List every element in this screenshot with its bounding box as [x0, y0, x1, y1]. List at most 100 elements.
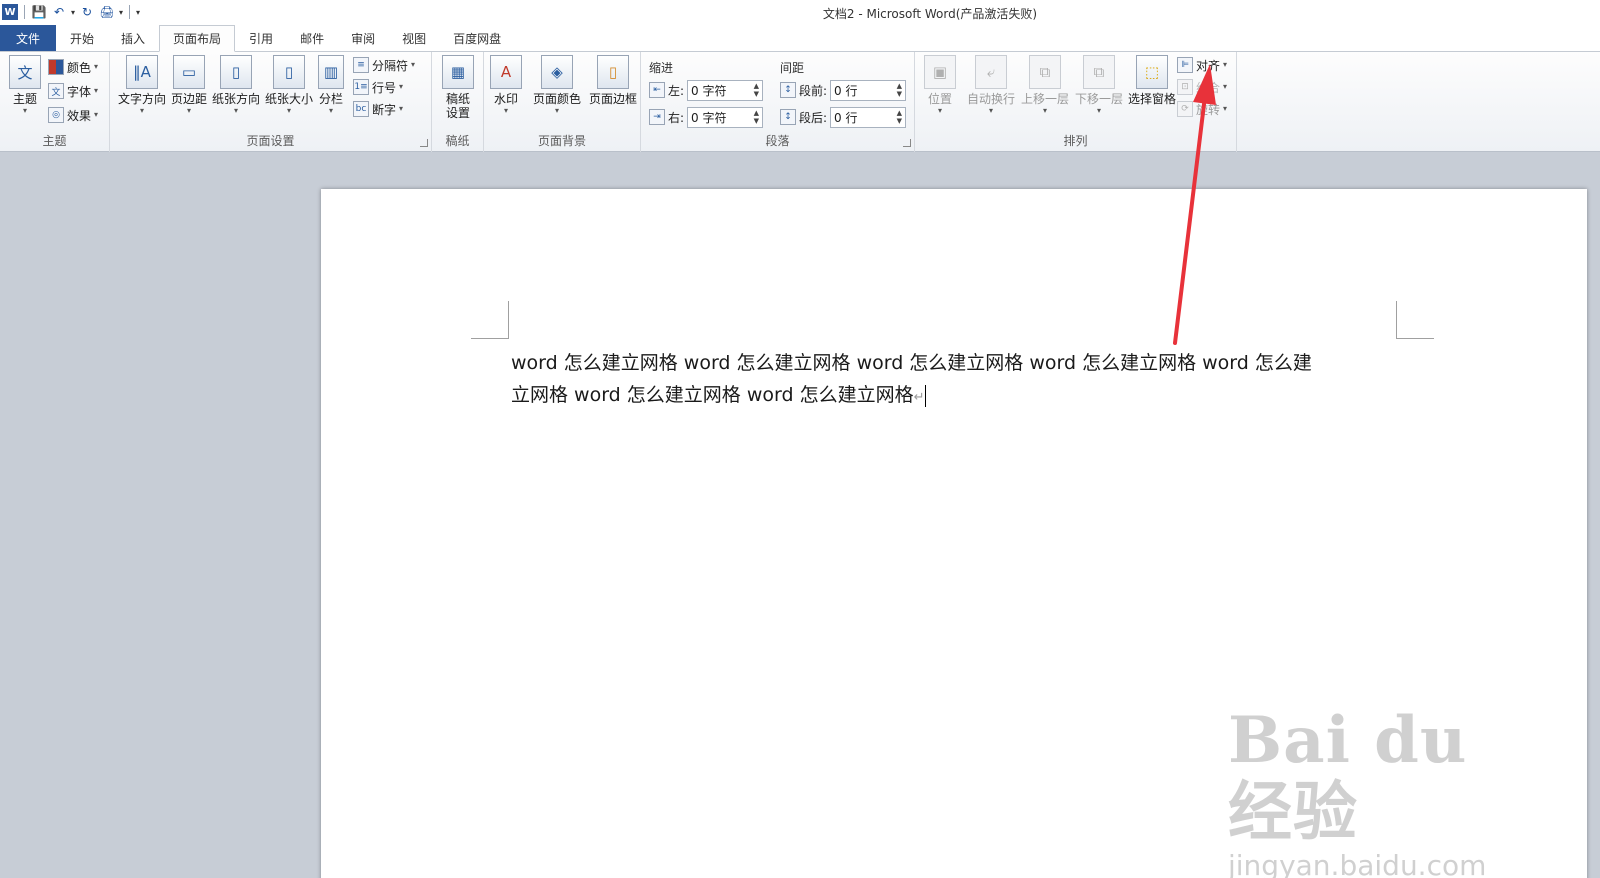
chevron-down-icon: ▾ [186, 106, 191, 115]
tab-page-layout[interactable]: 页面布局 [159, 25, 236, 52]
indent-right-label: 右: [668, 110, 685, 125]
text-cursor [925, 384, 927, 407]
space-after-value: 0 行 [834, 110, 858, 125]
space-after-input[interactable]: 0 行 ▲ ▼ [830, 106, 907, 128]
send-backward-button[interactable]: ⧉ 下移一层 ▾ [1071, 55, 1127, 116]
align-button[interactable]: ⊫ 对齐 ▾ [1177, 55, 1227, 75]
group-objects-button[interactable]: ⊡ 组合 ▾ [1177, 77, 1227, 97]
rotate-button[interactable]: ⟳ 旋转 ▾ [1177, 99, 1227, 119]
chevron-down-icon: ▾ [1223, 60, 1228, 69]
spinner-arrows-icon[interactable]: ▲ ▼ [897, 109, 902, 125]
indent-left-control: ⇤ 左: 0 字符 ▲ ▼ [649, 79, 764, 101]
rotate-label: 旋转 [1196, 102, 1221, 117]
crop-mark-top-right [1396, 301, 1434, 339]
document-body-text[interactable]: word 怎么建立网格 word 怎么建立网格 word 怎么建立网格 word… [511, 347, 1411, 414]
font-icon: 文 [48, 83, 64, 99]
tab-insert[interactable]: 插入 [108, 25, 158, 51]
group-objects-label: 组合 [1196, 80, 1221, 95]
tab-mailings[interactable]: 邮件 [287, 25, 337, 51]
indent-right-input[interactable]: 0 字符 ▲ ▼ [687, 106, 764, 128]
arrange-group: ▣ 位置 ▾ ⤶ 自动换行 ▾ ⧉ 上移一层 ▾ ⧉ 下移一层 ▾ ⬚ 选择窗格 [915, 52, 1237, 152]
send-backward-icon: ⧉ [1083, 55, 1115, 89]
columns-button[interactable]: ▥ 分栏 ▾ [311, 55, 351, 116]
ribbon: 文 主题 ▾ 颜色 ▾ 文 字体 ▾ ◎ 效果 ▾ 主题 ‖A 文字方向 ▾ ▭… [0, 52, 1600, 152]
page-setup-group: ‖A 文字方向 ▾ ▭ 页边距 ▾ ▯ 纸张方向 ▾ ▯ 纸张大小 ▾ ▥ 分栏 [110, 52, 432, 152]
theme-effects-button[interactable]: ◎ 效果 ▾ [48, 105, 98, 125]
title-bar: W 💾 ↶ ▾ ↻ 🖨 ▾ ▾ 文档2 - Microsoft Word(产品激… [0, 0, 1600, 24]
space-before-control: ↕ 段前: 0 行 ▲ ▼ [780, 79, 907, 101]
margins-label: 页边距 [170, 92, 207, 106]
rotate-icon: ⟳ [1177, 101, 1193, 117]
chevron-down-icon: ▾ [1223, 82, 1228, 91]
crop-mark-top-left [471, 301, 509, 339]
baidu-jingyan-watermark: Bai du 经验 jingyan.baidu.com [1228, 705, 1518, 878]
page-color-button[interactable]: ◈ 页面颜色 ▾ [529, 55, 585, 116]
tab-references[interactable]: 引用 [236, 25, 286, 51]
bring-forward-button[interactable]: ⧉ 上移一层 ▾ [1017, 55, 1073, 116]
chevron-down-icon: ▾ [94, 86, 99, 95]
chevron-down-icon: ▾ [139, 106, 144, 115]
chevron-down-icon: ▾ [1042, 106, 1047, 115]
tab-home[interactable]: 开始 [57, 25, 107, 51]
align-label: 对齐 [1196, 58, 1221, 73]
manuscript-icon: ▦ [442, 55, 474, 89]
tab-baidu-netdisk[interactable]: 百度网盘 [440, 25, 514, 51]
paper-size-icon: ▯ [273, 55, 305, 89]
chevron-down-icon: ▾ [94, 110, 99, 119]
margins-icon: ▭ [173, 55, 205, 89]
watermark-button[interactable]: A 水印 ▾ [484, 55, 528, 116]
position-button[interactable]: ▣ 位置 ▾ [915, 55, 965, 116]
chevron-down-icon: ▾ [937, 106, 942, 115]
spinner-arrows-icon[interactable]: ▲ ▼ [754, 109, 759, 125]
page-background-group-label: 页面背景 [537, 134, 586, 148]
theme-group-label: 主题 [42, 134, 67, 148]
dialog-launcher-icon[interactable] [420, 139, 428, 147]
tab-review[interactable]: 审阅 [338, 25, 388, 51]
line-numbers-button[interactable]: 1≡ 行号 ▾ [353, 77, 403, 97]
selection-pane-button[interactable]: ⬚ 选择窗格 [1124, 55, 1180, 106]
bring-forward-label: 上移一层 [1020, 92, 1069, 106]
space-after-label: 段后: [799, 110, 828, 125]
wrap-text-label: 自动换行 [966, 92, 1015, 106]
text-direction-button[interactable]: ‖A 文字方向 ▾ [114, 55, 170, 116]
themes-button[interactable]: 文 主题 ▾ [0, 55, 50, 116]
arrange-group-label: 排列 [1063, 134, 1088, 148]
paper-size-label: 纸张大小 [264, 92, 313, 106]
ribbon-tabs: 文件 开始 插入 页面布局 引用 邮件 审阅 视图 百度网盘 [0, 24, 1600, 52]
dialog-launcher-icon[interactable] [903, 139, 911, 147]
wrap-text-button[interactable]: ⤶ 自动换行 ▾ [961, 55, 1021, 116]
space-after-control: ↕ 段后: 0 行 ▲ ▼ [780, 106, 907, 128]
hyphenation-button[interactable]: bc 断字 ▾ [353, 99, 403, 119]
tab-file[interactable]: 文件 [0, 25, 56, 51]
breaks-button[interactable]: ≡ 分隔符 ▾ [353, 55, 415, 75]
margins-button[interactable]: ▭ 页边距 ▾ [164, 55, 214, 116]
manuscript-setup-button[interactable]: ▦ 稿纸 设置 [433, 55, 483, 120]
manuscript-setup-label-2: 设置 [445, 106, 470, 120]
text-direction-label: 文字方向 [117, 92, 166, 106]
spinner-arrows-icon[interactable]: ▲ ▼ [754, 82, 759, 98]
tab-view[interactable]: 视图 [389, 25, 439, 51]
columns-icon: ▥ [318, 55, 344, 89]
spinner-arrows-icon[interactable]: ▲ ▼ [897, 82, 902, 98]
chevron-down-icon: ▾ [399, 104, 404, 113]
page-setup-group-label: 页面设置 [246, 134, 295, 148]
selection-pane-icon: ⬚ [1136, 55, 1168, 89]
paper-size-button[interactable]: ▯ 纸张大小 ▾ [264, 55, 314, 116]
theme-colors-button[interactable]: 颜色 ▾ [48, 57, 98, 77]
paragraph-mark-icon: ↵ [913, 390, 925, 405]
paragraph-group: 缩进 间距 ⇤ 左: 0 字符 ▲ ▼ ⇥ 右: 0 字符 ▲ ▼ ↕ 段前: … [641, 52, 915, 152]
group-objects-icon: ⊡ [1177, 79, 1193, 95]
orientation-button[interactable]: ▯ 纸张方向 ▾ [211, 55, 261, 116]
chevron-down-icon: ▾ [94, 62, 99, 71]
document-line-last: 立网格 word 怎么建立网格 word 怎么建立网格↵ [511, 379, 1411, 414]
theme-effects-label: 效果 [67, 108, 92, 123]
hyphenation-label: 断字 [372, 102, 397, 117]
theme-fonts-button[interactable]: 文 字体 ▾ [48, 81, 98, 101]
text-direction-icon: ‖A [126, 55, 158, 89]
send-backward-label: 下移一层 [1074, 92, 1123, 106]
space-before-input[interactable]: 0 行 ▲ ▼ [830, 79, 907, 101]
chevron-down-icon: ▾ [286, 106, 291, 115]
indent-left-input[interactable]: 0 字符 ▲ ▼ [687, 79, 764, 101]
word-window: W 💾 ↶ ▾ ↻ 🖨 ▾ ▾ 文档2 - Microsoft Word(产品激… [0, 0, 1600, 878]
page-borders-button[interactable]: ▯ 页面边框 [585, 55, 641, 106]
